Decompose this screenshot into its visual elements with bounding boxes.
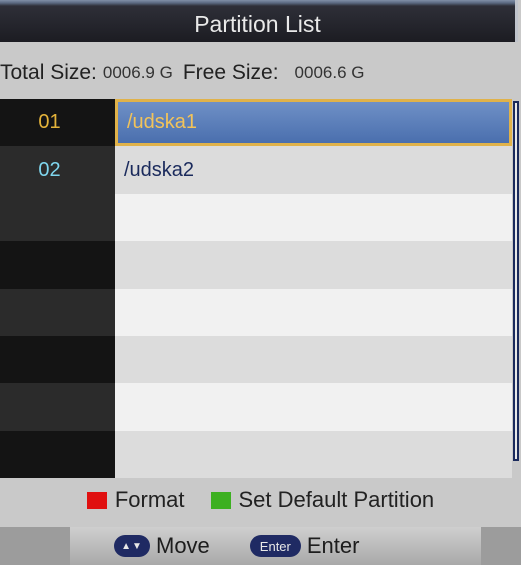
red-key-icon <box>86 491 107 509</box>
color-key-legend: Format Set Default Partition <box>0 480 521 520</box>
empty-number-slot <box>0 430 115 478</box>
empty-row <box>115 193 512 242</box>
partition-row-selected[interactable]: /udska1 <box>115 99 512 147</box>
empty-number-slot <box>0 335 115 384</box>
empty-number-slot <box>0 288 115 336</box>
set-default-key[interactable]: Set Default Partition <box>210 487 435 513</box>
partition-name-column: /udska1 /udska2 <box>115 99 512 478</box>
empty-number-slot <box>0 241 115 289</box>
total-size-value: 0006.9 G <box>102 63 173 82</box>
footer-hints: ▲▼ Move Enter Enter <box>114 533 359 559</box>
partition-number: 02 <box>0 146 115 194</box>
format-label: Format <box>114 487 185 512</box>
free-size-label: Free Size: <box>182 61 279 84</box>
page-title: Partition List <box>194 10 321 37</box>
empty-row <box>115 430 512 478</box>
partition-number: 01 <box>0 99 115 147</box>
empty-number-slot <box>0 383 115 431</box>
scrollbar[interactable] <box>513 101 519 461</box>
empty-row <box>115 383 512 431</box>
up-down-arrows-icon: ▲▼ <box>114 535 150 557</box>
partition-row[interactable]: /udska2 <box>115 146 512 194</box>
total-size-label: Total Size: <box>0 61 97 84</box>
footer-help-bar: ▲▼ Move Enter Enter <box>0 527 521 565</box>
set-default-label: Set Default Partition <box>238 487 435 512</box>
empty-number-slot <box>0 193 115 242</box>
empty-row <box>115 335 512 384</box>
free-size-value: 0006.6 G <box>294 63 365 82</box>
empty-row <box>115 241 512 289</box>
enter-key-icon: Enter <box>249 535 301 557</box>
size-info: Total Size: 0006.9 G Free Size: 0006.6 G <box>0 54 521 92</box>
format-key[interactable]: Format <box>86 487 185 513</box>
green-key-icon <box>210 491 231 509</box>
footer-left-cap <box>0 527 70 565</box>
enter-hint-label: Enter <box>306 533 360 558</box>
partition-number-column: 01 02 <box>0 99 115 478</box>
move-hint-label: Move <box>156 533 210 558</box>
title-bar: Partition List <box>0 0 518 42</box>
empty-row <box>115 288 512 336</box>
footer-right-cap <box>481 527 521 565</box>
partition-list: 01 02 /udska1 /udska2 <box>0 99 521 478</box>
